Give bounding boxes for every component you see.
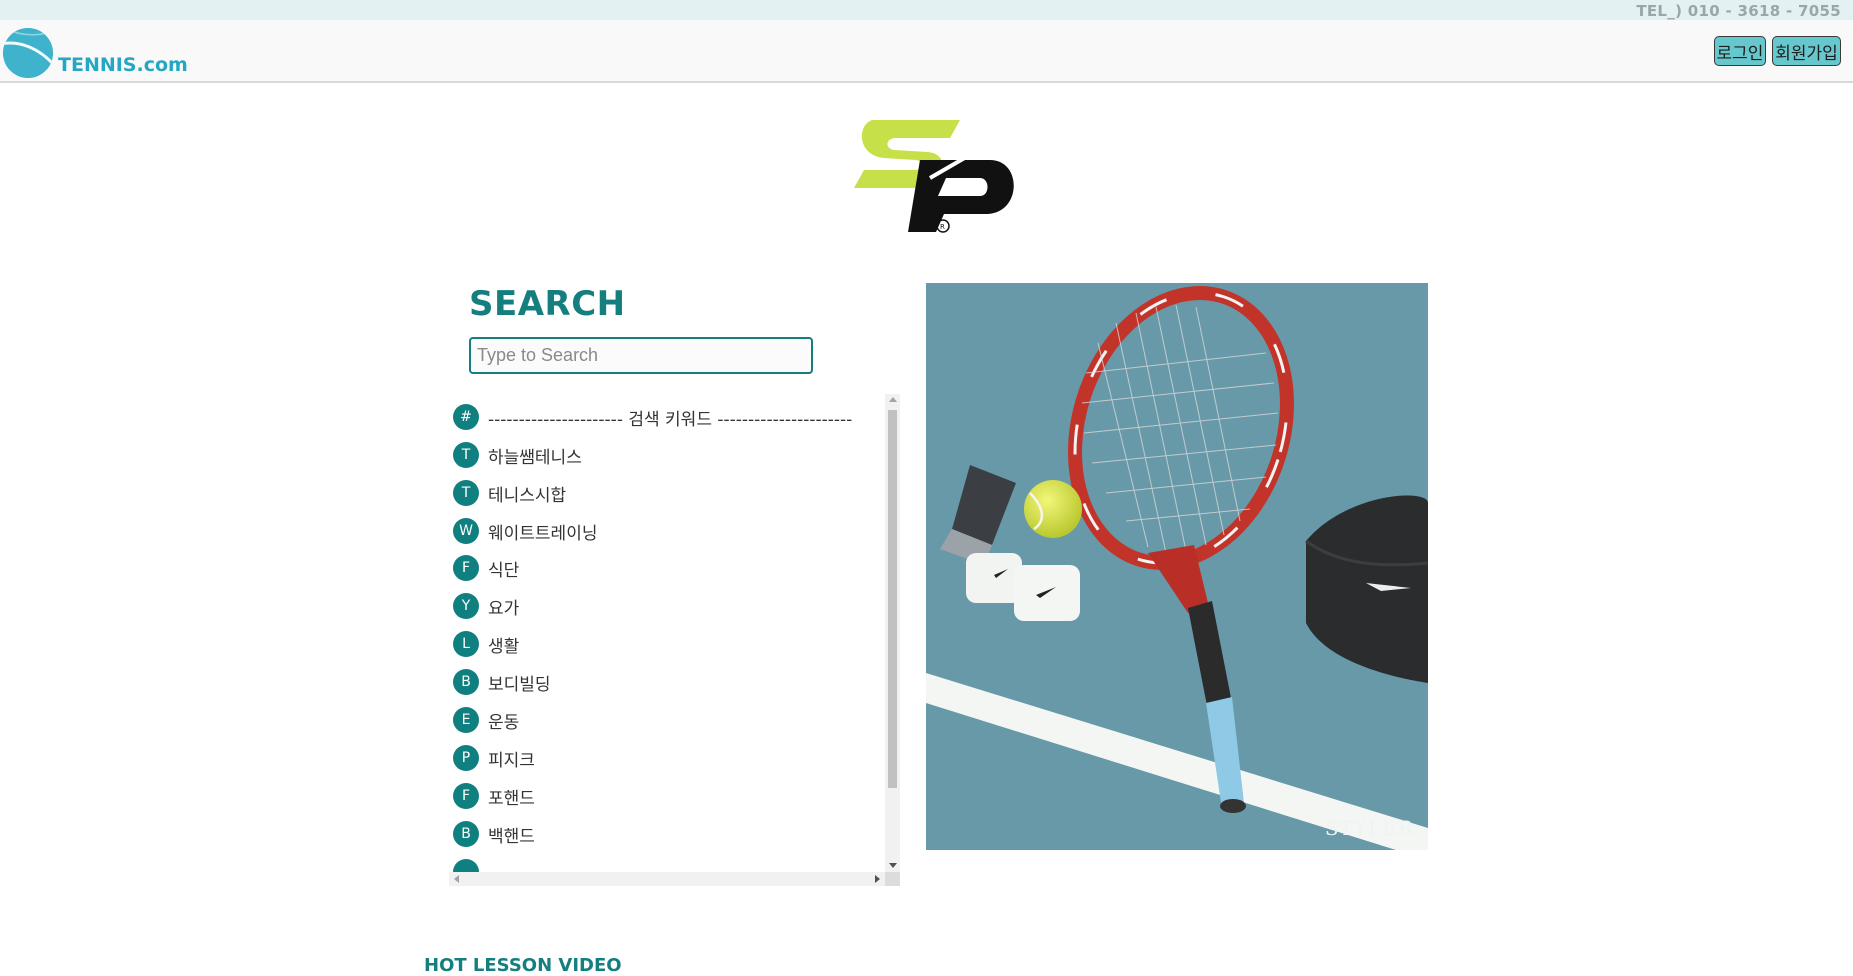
keyword-badge: F [453, 555, 479, 581]
keyword-badge: B [453, 821, 479, 847]
keyword-label: 보디빌딩 [488, 674, 551, 695]
keyword-label: 하늘쌤테니스 [488, 447, 582, 468]
keyword-label: 웨이트트레이닝 [488, 523, 598, 544]
search-input[interactable] [469, 337, 813, 374]
keyword-badge: L [453, 631, 479, 657]
keyword-badge: W [453, 518, 479, 544]
keyword-list-item[interactable]: T 테니스시합 [453, 478, 566, 508]
tennis-gear-photo: STYLER [926, 283, 1428, 850]
keyword-badge: F [453, 783, 479, 809]
scroll-down-arrow-icon[interactable] [889, 863, 897, 868]
keyword-label: 생활 [488, 636, 520, 657]
keyword-label: 피지크 [488, 750, 535, 771]
keyword-badge: E [453, 707, 479, 733]
vertical-scrollbar[interactable] [885, 394, 900, 872]
keyword-label: 백핸드 [488, 826, 535, 847]
keyword-badge: B [453, 669, 479, 695]
photo-watermark: STYLER [1324, 816, 1414, 840]
login-button[interactable]: 로그인 [1714, 36, 1766, 66]
keyword-label: ---------------------- 검색 키워드 ----------… [488, 409, 853, 430]
keyword-badge: Y [453, 593, 479, 619]
keyword-label: 포핸드 [488, 788, 535, 809]
keyword-list-item[interactable]: W 웨이트트레이닝 [453, 516, 597, 546]
scrollbar-corner [885, 872, 900, 886]
scroll-up-arrow-icon[interactable] [889, 397, 897, 402]
keyword-list-item[interactable] [453, 857, 488, 872]
horizontal-scrollbar[interactable] [449, 872, 885, 886]
keyword-list-item[interactable]: P 피지크 [453, 743, 535, 773]
keyword-list-item[interactable]: B 보디빌딩 [453, 667, 551, 697]
scroll-right-arrow-icon[interactable] [875, 875, 880, 883]
keyword-list-item[interactable]: B 백핸드 [453, 819, 535, 849]
keyword-list-item[interactable]: F 포핸드 [453, 781, 535, 811]
keyword-list: # ---------------------- 검색 키워드 --------… [449, 394, 885, 872]
vertical-scroll-thumb[interactable] [888, 410, 897, 788]
scroll-left-arrow-icon[interactable] [454, 875, 459, 883]
keyword-badge: P [453, 745, 479, 771]
top-info-bar: TEL_) 010 - 3618 - 7055 [0, 0, 1853, 20]
svg-text:R: R [940, 223, 945, 231]
keyword-label: 테니스시합 [488, 485, 567, 506]
keyword-label: 요가 [488, 598, 520, 619]
keyword-badge: # [453, 404, 479, 430]
signup-button[interactable]: 회원가입 [1772, 36, 1841, 66]
keyword-list-item[interactable]: Y 요가 [453, 591, 519, 621]
site-header: TENNIS.com 로그인 회원가입 [0, 20, 1853, 83]
keyword-list-item[interactable]: F 식단 [453, 553, 519, 583]
keyword-list-container[interactable]: # ---------------------- 검색 키워드 --------… [449, 394, 900, 886]
keyword-badge: T [453, 480, 479, 506]
keyword-badge: T [453, 442, 479, 468]
keyword-list-item[interactable]: T 하늘쌤테니스 [453, 440, 582, 470]
keyword-list-item[interactable]: # ---------------------- 검색 키워드 --------… [453, 402, 852, 432]
telephone-text: TEL_) 010 - 3618 - 7055 [1636, 2, 1841, 20]
search-title: SEARCH [469, 284, 626, 324]
sp-brand-logo: R [850, 116, 1020, 240]
keyword-list-item[interactable]: L 생활 [453, 629, 519, 659]
tennis-ball-icon [3, 28, 53, 78]
keyword-label: 식단 [488, 560, 520, 581]
keyword-label: 운동 [488, 712, 520, 733]
keyword-badge [453, 859, 479, 872]
site-logo-text: TENNIS.com [58, 54, 188, 76]
keyword-list-item[interactable]: E 운동 [453, 705, 519, 735]
site-logo-link[interactable]: TENNIS.com [3, 26, 188, 78]
